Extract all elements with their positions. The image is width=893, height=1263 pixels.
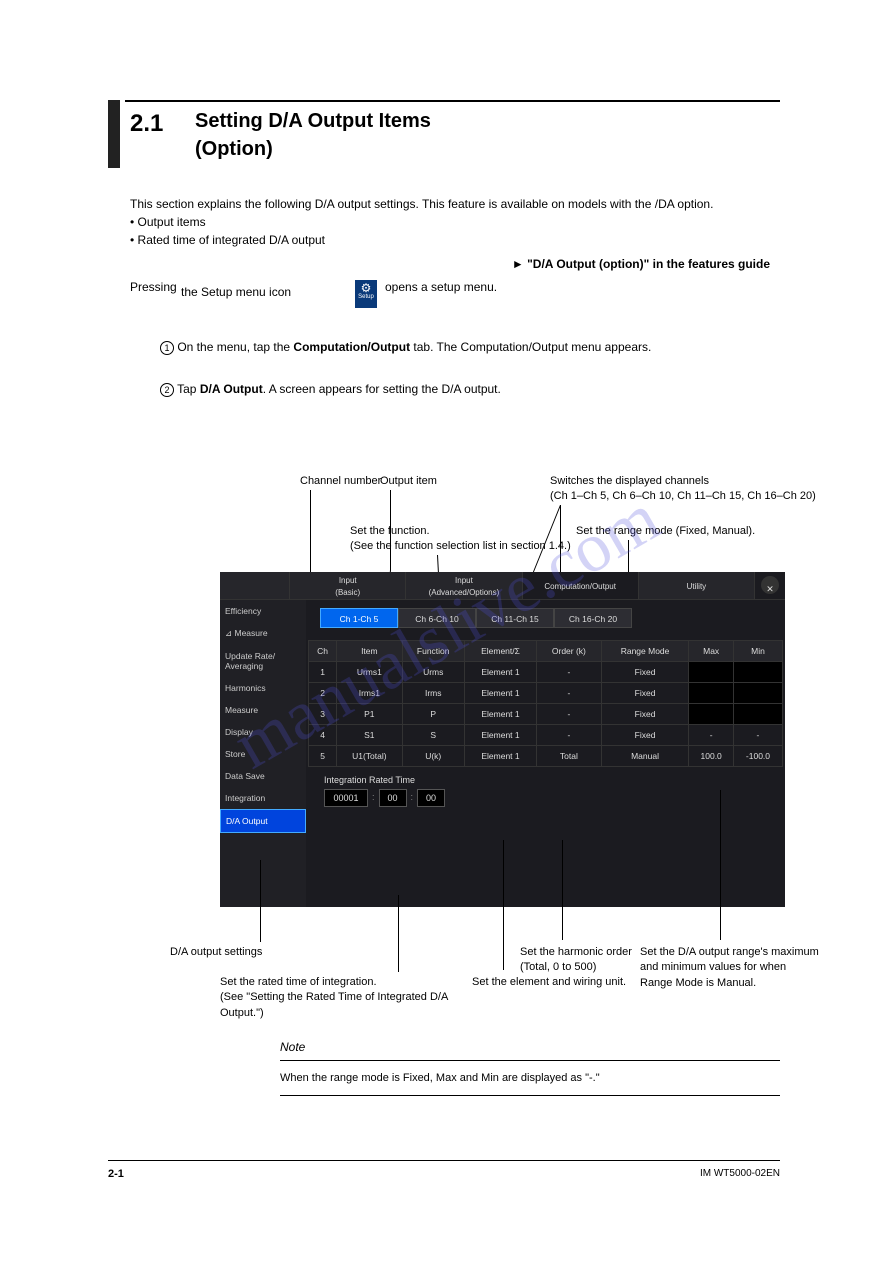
annot-channel-number: Channel number — [300, 475, 381, 487]
setup-icon-label: Setup — [355, 294, 377, 300]
tab-input-advanced[interactable]: Input(Advanced/Options) — [406, 572, 522, 599]
screenshot-tabs: Input(Basic) Input(Advanced/Options) Com… — [220, 572, 785, 600]
chtab-11-15[interactable]: Ch 11-Ch 15 — [476, 608, 554, 628]
time-separator: : — [372, 789, 375, 807]
section-number: 2.1 — [130, 110, 163, 138]
output-table: Ch Item Function Element/Σ Order (k) Ran… — [308, 640, 783, 767]
annot-set-function-detail: (See the function selection list in sect… — [350, 540, 571, 552]
footer-rule — [108, 1160, 780, 1161]
sidebar-item-measure[interactable]: Measure — [220, 699, 306, 721]
chtab-1-5[interactable]: Ch 1-Ch 5 — [320, 608, 398, 628]
tab-utility[interactable]: Utility — [639, 572, 755, 599]
channel-tabs: Ch 1-Ch 5 Ch 6-Ch 10 Ch 11-Ch 15 Ch 16-C… — [320, 608, 783, 628]
bullet-2: Rated time of integrated D/A output — [138, 233, 325, 247]
section-title-line2: (Option) — [195, 138, 273, 161]
step-2: 2 Tap D/A Output. A screen appears for s… — [160, 380, 780, 399]
leader-line — [390, 490, 391, 570]
int-minutes-input[interactable]: 00 — [379, 789, 407, 807]
annot-range-max-min: Set the D/A output range's maximum and m… — [640, 945, 820, 991]
header-rule — [125, 100, 780, 102]
tab-empty[interactable] — [220, 572, 290, 599]
table-row[interactable]: 3P1PElement 1-Fixed — [309, 704, 783, 725]
step-2-text-b: D/A Output — [200, 382, 263, 396]
sidebar-item-da-output[interactable]: D/A Output — [220, 809, 306, 833]
step-1-text-a: On the menu, tap the — [177, 340, 293, 354]
leader-line — [720, 790, 721, 940]
sidebar-item-delta-measure[interactable]: ⊿ Measure — [220, 622, 306, 645]
time-separator: : — [411, 789, 414, 807]
th-item: Item — [337, 641, 402, 662]
table-row[interactable]: 5U1(Total)U(k)Element 1TotalManual100.0-… — [309, 746, 783, 767]
annot-rated-time: Set the rated time of integration. (See … — [220, 975, 460, 1021]
section-title-line1: Setting D/A Output Items — [195, 110, 431, 133]
note-rule-top — [280, 1060, 780, 1061]
close-icon[interactable]: ✕ — [761, 576, 779, 594]
int-seconds-input[interactable]: 00 — [417, 789, 445, 807]
sidebar-item-update-rate[interactable]: Update Rate/ Averaging — [220, 645, 306, 677]
annot-range-mode: Set the range mode (Fixed, Manual). — [576, 525, 755, 537]
leader-line — [398, 895, 399, 972]
annot-da-output-settings: D/A output settings — [170, 945, 350, 960]
pressing-prefix: Pressing — [130, 280, 177, 294]
annot-element-wiring: Set the element and wiring unit. — [472, 975, 662, 990]
th-ch: Ch — [309, 641, 337, 662]
step-1: 1 On the menu, tap the Computation/Outpu… — [160, 338, 780, 357]
bullet-1: Output items — [138, 215, 206, 229]
pressing-suffix: opens a setup menu. — [385, 280, 497, 294]
step-1-text-c: tab. The Computation/Output menu appears… — [410, 340, 651, 354]
pressing-prefix2: the Setup menu icon — [181, 285, 291, 299]
table-row[interactable]: 2Irms1IrmsElement 1-Fixed — [309, 683, 783, 704]
sidebar-item-data-save[interactable]: Data Save — [220, 765, 306, 787]
annot-switch-channels: Switches the displayed channels — [550, 475, 709, 487]
step-2-text-a: Tap — [177, 382, 200, 396]
annot-switch-channels-detail: (Ch 1–Ch 5, Ch 6–Ch 10, Ch 11–Ch 15, Ch … — [550, 490, 816, 502]
intro-sentence: This section explains the following D/A … — [130, 197, 713, 211]
screenshot-sidebar: Efficiency ⊿ Measure Update Rate/ Averag… — [220, 600, 306, 907]
step-2-text-c: . A screen appears for setting the D/A o… — [263, 382, 501, 396]
leader-line — [503, 840, 504, 970]
integration-rated-time-label: Integration Rated Time — [324, 775, 783, 785]
integration-time-inputs: 00001 : 00 : 00 — [324, 789, 783, 807]
th-min: Min — [733, 641, 782, 662]
sidebar-item-efficiency[interactable]: Efficiency — [220, 600, 306, 622]
table-row[interactable]: 4S1SElement 1-Fixed-- — [309, 725, 783, 746]
sidebar-item-store[interactable]: Store — [220, 743, 306, 765]
note-header: Note — [280, 1040, 305, 1054]
step-2-number: 2 — [160, 383, 174, 397]
features-guide-link: ► "D/A Output (option)" in the features … — [130, 255, 770, 273]
note-rule-bottom — [280, 1095, 780, 1096]
footer-page-number: 2-1 — [108, 1168, 124, 1180]
th-order: Order (k) — [537, 641, 602, 662]
leader-line — [260, 860, 261, 942]
table-header-row: Ch Item Function Element/Σ Order (k) Ran… — [309, 641, 783, 662]
int-hours-input[interactable]: 00001 — [324, 789, 368, 807]
step-1-text-b: Computation/Output — [293, 340, 410, 354]
sidebar-item-integration[interactable]: Integration — [220, 787, 306, 809]
screenshot-main: Ch 1-Ch 5 Ch 6-Ch 10 Ch 11-Ch 15 Ch 16-C… — [306, 600, 785, 907]
sidebar-item-display[interactable]: Display — [220, 721, 306, 743]
setup-icon: ⚙ Setup — [355, 280, 377, 308]
th-function: Function — [402, 641, 464, 662]
note-body: When the range mode is Fixed, Max and Mi… — [280, 1070, 780, 1087]
step-1-number: 1 — [160, 341, 174, 355]
chtab-6-10[interactable]: Ch 6-Ch 10 — [398, 608, 476, 628]
section-bar — [108, 100, 120, 168]
tab-input-basic[interactable]: Input(Basic) — [290, 572, 406, 599]
tab-computation-output[interactable]: Computation/Output — [523, 572, 639, 599]
th-max: Max — [689, 641, 734, 662]
th-element: Element/Σ — [464, 641, 536, 662]
leader-line — [562, 840, 563, 940]
gear-icon: ⚙ — [355, 280, 377, 294]
sidebar-item-harmonics[interactable]: Harmonics — [220, 677, 306, 699]
chtab-16-20[interactable]: Ch 16-Ch 20 — [554, 608, 632, 628]
th-range-mode: Range Mode — [601, 641, 689, 662]
annot-harmonic-order: Set the harmonic order (Total, 0 to 500) — [520, 945, 650, 976]
annot-output-item: Output item — [380, 475, 437, 487]
table-row[interactable]: 1Urms1UrmsElement 1-Fixed — [309, 662, 783, 683]
footer-doc-id: IM WT5000-02EN — [700, 1168, 780, 1179]
intro-text: This section explains the following D/A … — [130, 195, 770, 273]
